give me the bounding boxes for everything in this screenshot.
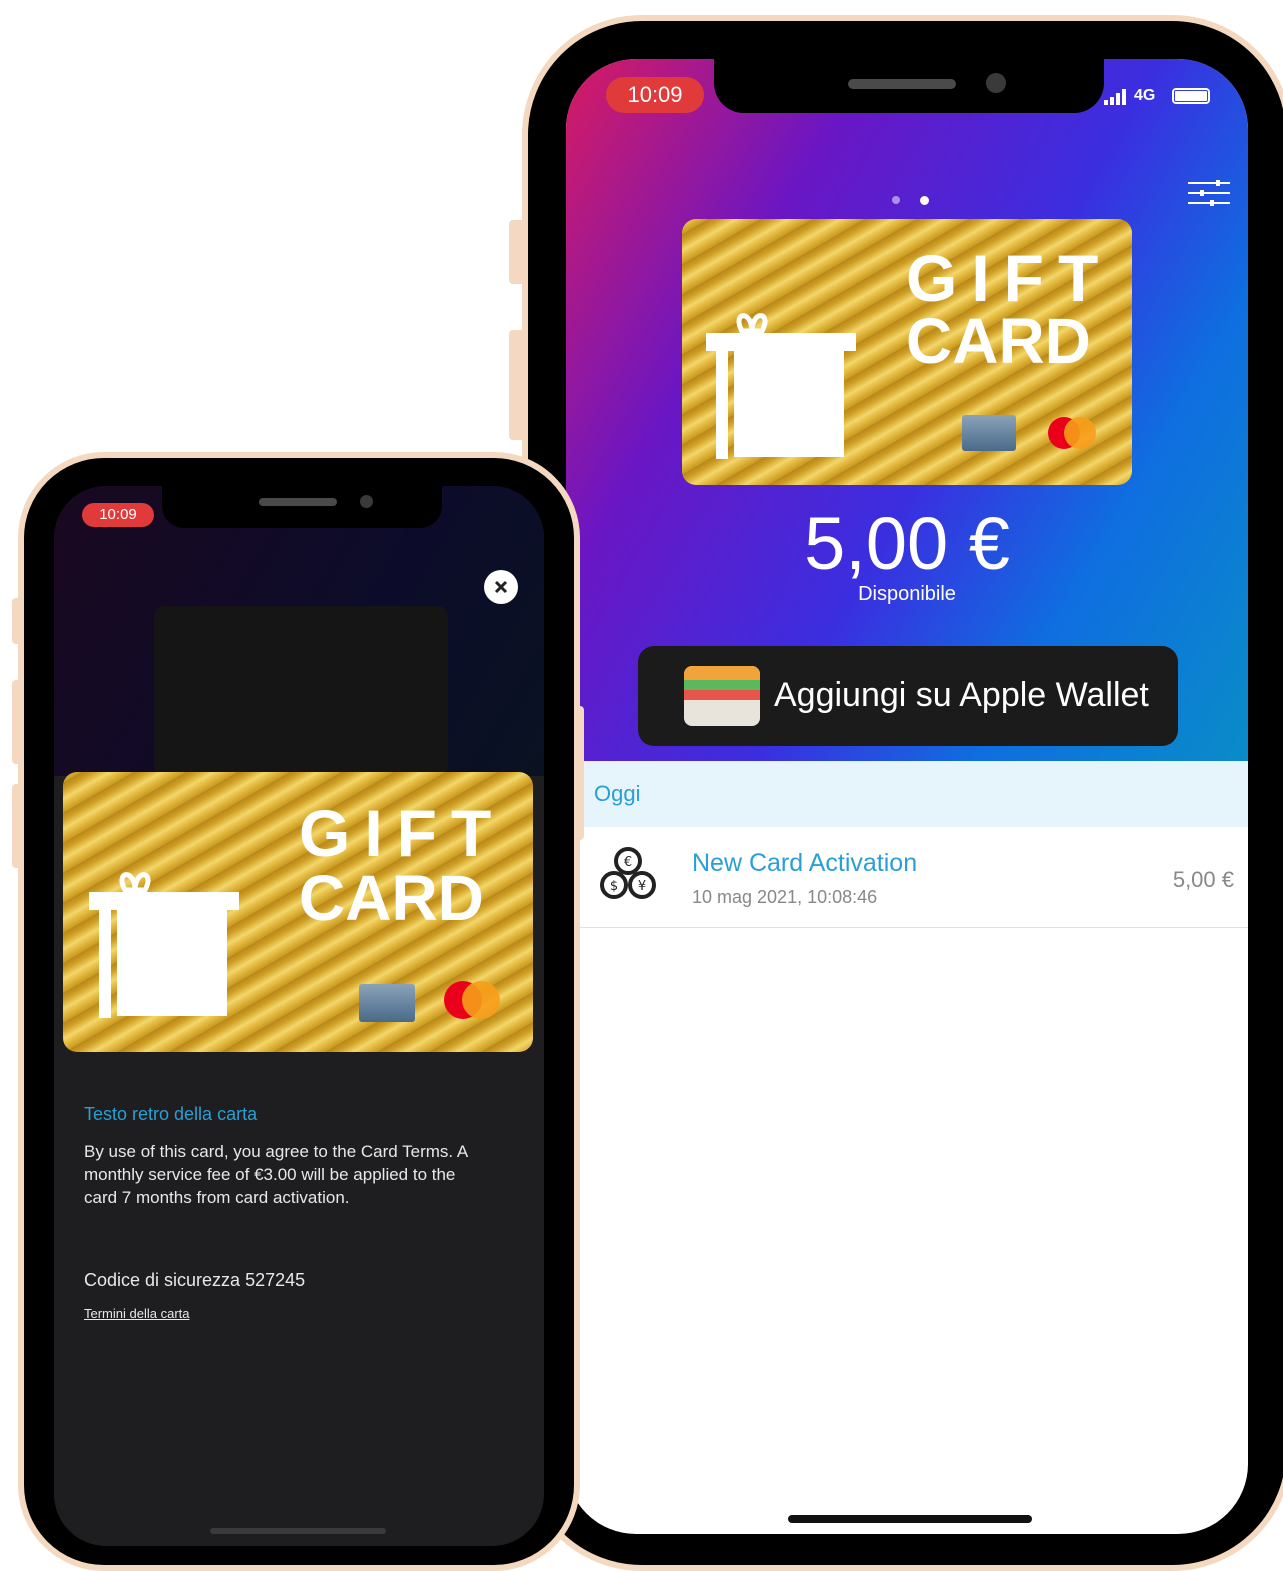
security-code: Codice di sicurezza 527245 (84, 1270, 306, 1290)
status-time: 10:09 (82, 503, 154, 527)
card-title-gift: GIFT (906, 241, 1113, 315)
wallet-icon (684, 666, 760, 726)
card-back-text-title: Testo retro della carta (84, 1104, 258, 1124)
mastercard-logo (444, 981, 500, 1019)
front-camera (360, 495, 373, 508)
balance-amount: 5,00 € (804, 502, 1010, 585)
back-phone-screen: 10:09 4G GIFT CARD 5,00 € Disponibile Ag… (566, 59, 1248, 1534)
close-button[interactable] (484, 570, 518, 604)
section-header: Oggi (566, 761, 1248, 827)
status-time: 10:09 (606, 77, 704, 113)
card-terms-link[interactable]: Termini della carta (84, 1306, 190, 1321)
transaction-date: 10 mag 2021, 10:08:46 (692, 887, 878, 907)
add-to-apple-wallet-button[interactable]: Aggiungi su Apple Wallet (638, 646, 1178, 746)
gift-box-icon (89, 872, 239, 1018)
card-title-card: CARD (906, 305, 1091, 377)
speaker (848, 79, 956, 89)
speaker (259, 498, 337, 506)
page-dot-active[interactable] (920, 196, 929, 205)
back-phone: 10:09 4G GIFT CARD 5,00 € Disponibile Ag… (522, 15, 1283, 1571)
network-label: 4G (1134, 87, 1156, 104)
notch (162, 486, 442, 528)
card-back-text-body: By use of this card, you agree to the Ca… (84, 1142, 468, 1207)
card-network-logo (962, 415, 1016, 451)
transaction-title: New Card Activation (692, 849, 918, 877)
svg-text:$: $ (610, 879, 618, 894)
section-header-label: Oggi (594, 781, 641, 806)
gift-card-front[interactable]: GIFT CARD (63, 772, 533, 1052)
transaction-amount: 5,00 € (1172, 867, 1234, 892)
dimmed-row-ghost (74, 1060, 524, 1110)
home-indicator[interactable] (788, 1515, 1032, 1523)
front-camera (986, 73, 1006, 93)
mastercard-logo (1048, 417, 1096, 449)
card-network-logo (359, 984, 415, 1022)
gift-box-icon (706, 313, 856, 459)
gift-card[interactable]: GIFT CARD (682, 219, 1132, 485)
dimmed-card-ghost (154, 606, 448, 776)
filter-settings-icon[interactable] (1186, 177, 1232, 209)
close-icon (494, 580, 508, 594)
card-title-card: CARD (299, 862, 484, 934)
wallet-button-label: Aggiungi su Apple Wallet (774, 676, 1149, 714)
coins-icon: € $ ¥ (600, 847, 656, 899)
card-title-gift: GIFT (299, 796, 506, 870)
signal-icon (1104, 89, 1128, 105)
battery-icon (1172, 88, 1210, 104)
page-dot-inactive[interactable] (892, 196, 900, 204)
front-home-indicator[interactable] (210, 1528, 386, 1534)
svg-text:¥: ¥ (638, 879, 646, 894)
balance-label: Disponibile (858, 583, 956, 605)
svg-text:€: € (624, 855, 632, 870)
transaction-row[interactable]: € $ ¥ New Card Activation 10 mag 2021, 1… (566, 827, 1248, 928)
